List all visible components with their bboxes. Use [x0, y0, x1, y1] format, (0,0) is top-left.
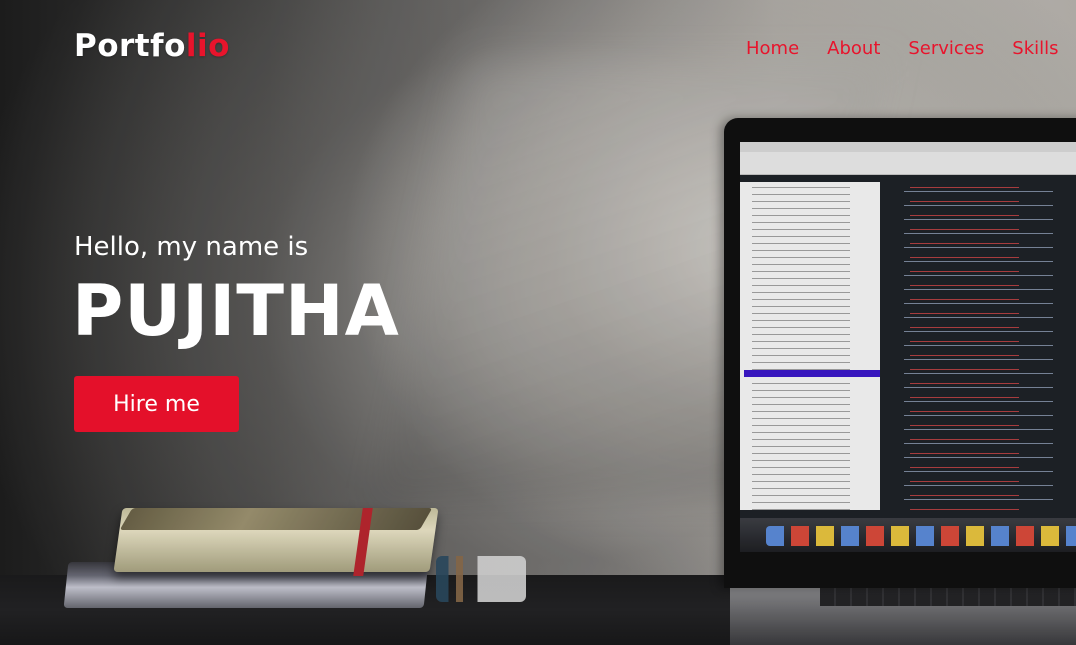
hero-name: PUJITHA — [72, 270, 400, 352]
logo-accent-text: lio — [185, 28, 230, 64]
site-logo[interactable]: Portfolio — [74, 28, 230, 64]
nav-link-services[interactable]: Services — [908, 38, 984, 60]
hire-me-button[interactable]: Hire me — [74, 376, 239, 432]
logo-text: Portfo — [74, 28, 186, 64]
main-navigation: Home About Services Skills T — [746, 38, 1076, 60]
nav-link-about[interactable]: About — [827, 38, 880, 60]
hero-greeting: Hello, my name is — [74, 232, 309, 262]
nav-link-skills[interactable]: Skills — [1012, 38, 1058, 60]
nav-link-home[interactable]: Home — [746, 38, 799, 60]
